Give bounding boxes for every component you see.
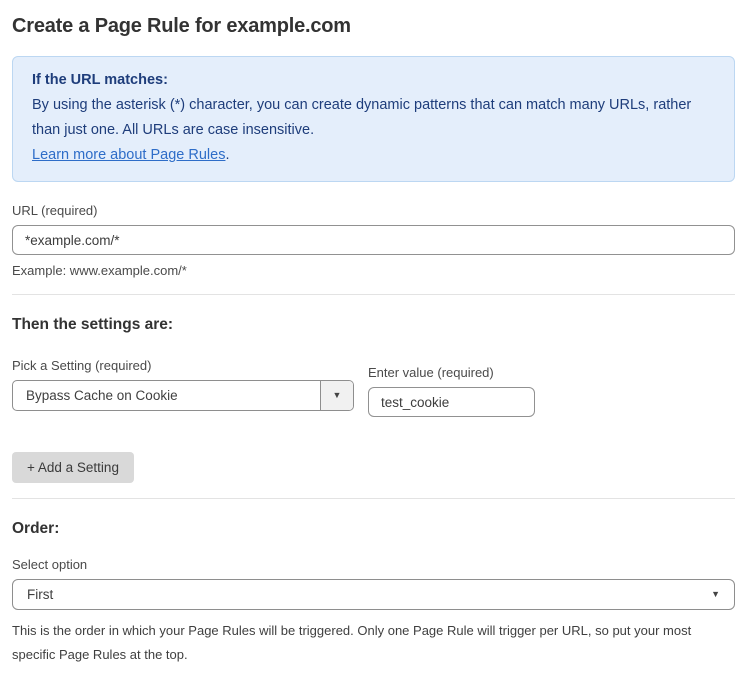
setting-select[interactable]: Bypass Cache on Cookie ▼ <box>12 380 354 411</box>
order-select[interactable]: First ▼ <box>12 579 735 610</box>
chevron-down-icon: ▼ <box>333 391 342 400</box>
setting-select-value: Bypass Cache on Cookie <box>13 381 320 410</box>
url-field-label: URL (required) <box>12 203 735 219</box>
url-example-helper: Example: www.example.com/* <box>12 263 735 279</box>
url-match-info-box: If the URL matches: By using the asteris… <box>12 56 735 182</box>
divider <box>12 294 735 295</box>
info-box-body: By using the asterisk (*) character, you… <box>32 93 715 143</box>
setting-select-arrow-button[interactable]: ▼ <box>320 381 353 410</box>
pick-setting-label: Pick a Setting (required) <box>12 358 354 374</box>
order-select-value: First <box>27 587 53 602</box>
add-setting-button[interactable]: + Add a Setting <box>12 452 134 483</box>
info-box-heading: If the URL matches: <box>32 68 715 93</box>
enter-value-label: Enter value (required) <box>368 365 535 381</box>
link-suffix: . <box>225 147 229 163</box>
setting-picker-column: Pick a Setting (required) Bypass Cache o… <box>12 358 354 411</box>
info-box-link-line: Learn more about Page Rules. <box>32 143 715 168</box>
order-select-label: Select option <box>12 557 735 573</box>
chevron-down-icon: ▼ <box>711 590 720 599</box>
page-rule-form: Create a Page Rule for example.com If th… <box>0 15 750 688</box>
order-helper-text: This is the order in which your Page Rul… <box>12 619 735 667</box>
divider <box>12 498 735 499</box>
learn-more-link[interactable]: Learn more about Page Rules <box>32 147 225 163</box>
settings-section-heading: Then the settings are: <box>12 315 735 334</box>
setting-value-column: Enter value (required) <box>368 365 535 417</box>
order-section-heading: Order: <box>12 519 735 538</box>
url-input[interactable] <box>12 225 735 255</box>
setting-value-input[interactable] <box>368 387 535 417</box>
page-title: Create a Page Rule for example.com <box>12 15 735 38</box>
settings-row: Pick a Setting (required) Bypass Cache o… <box>12 358 735 417</box>
